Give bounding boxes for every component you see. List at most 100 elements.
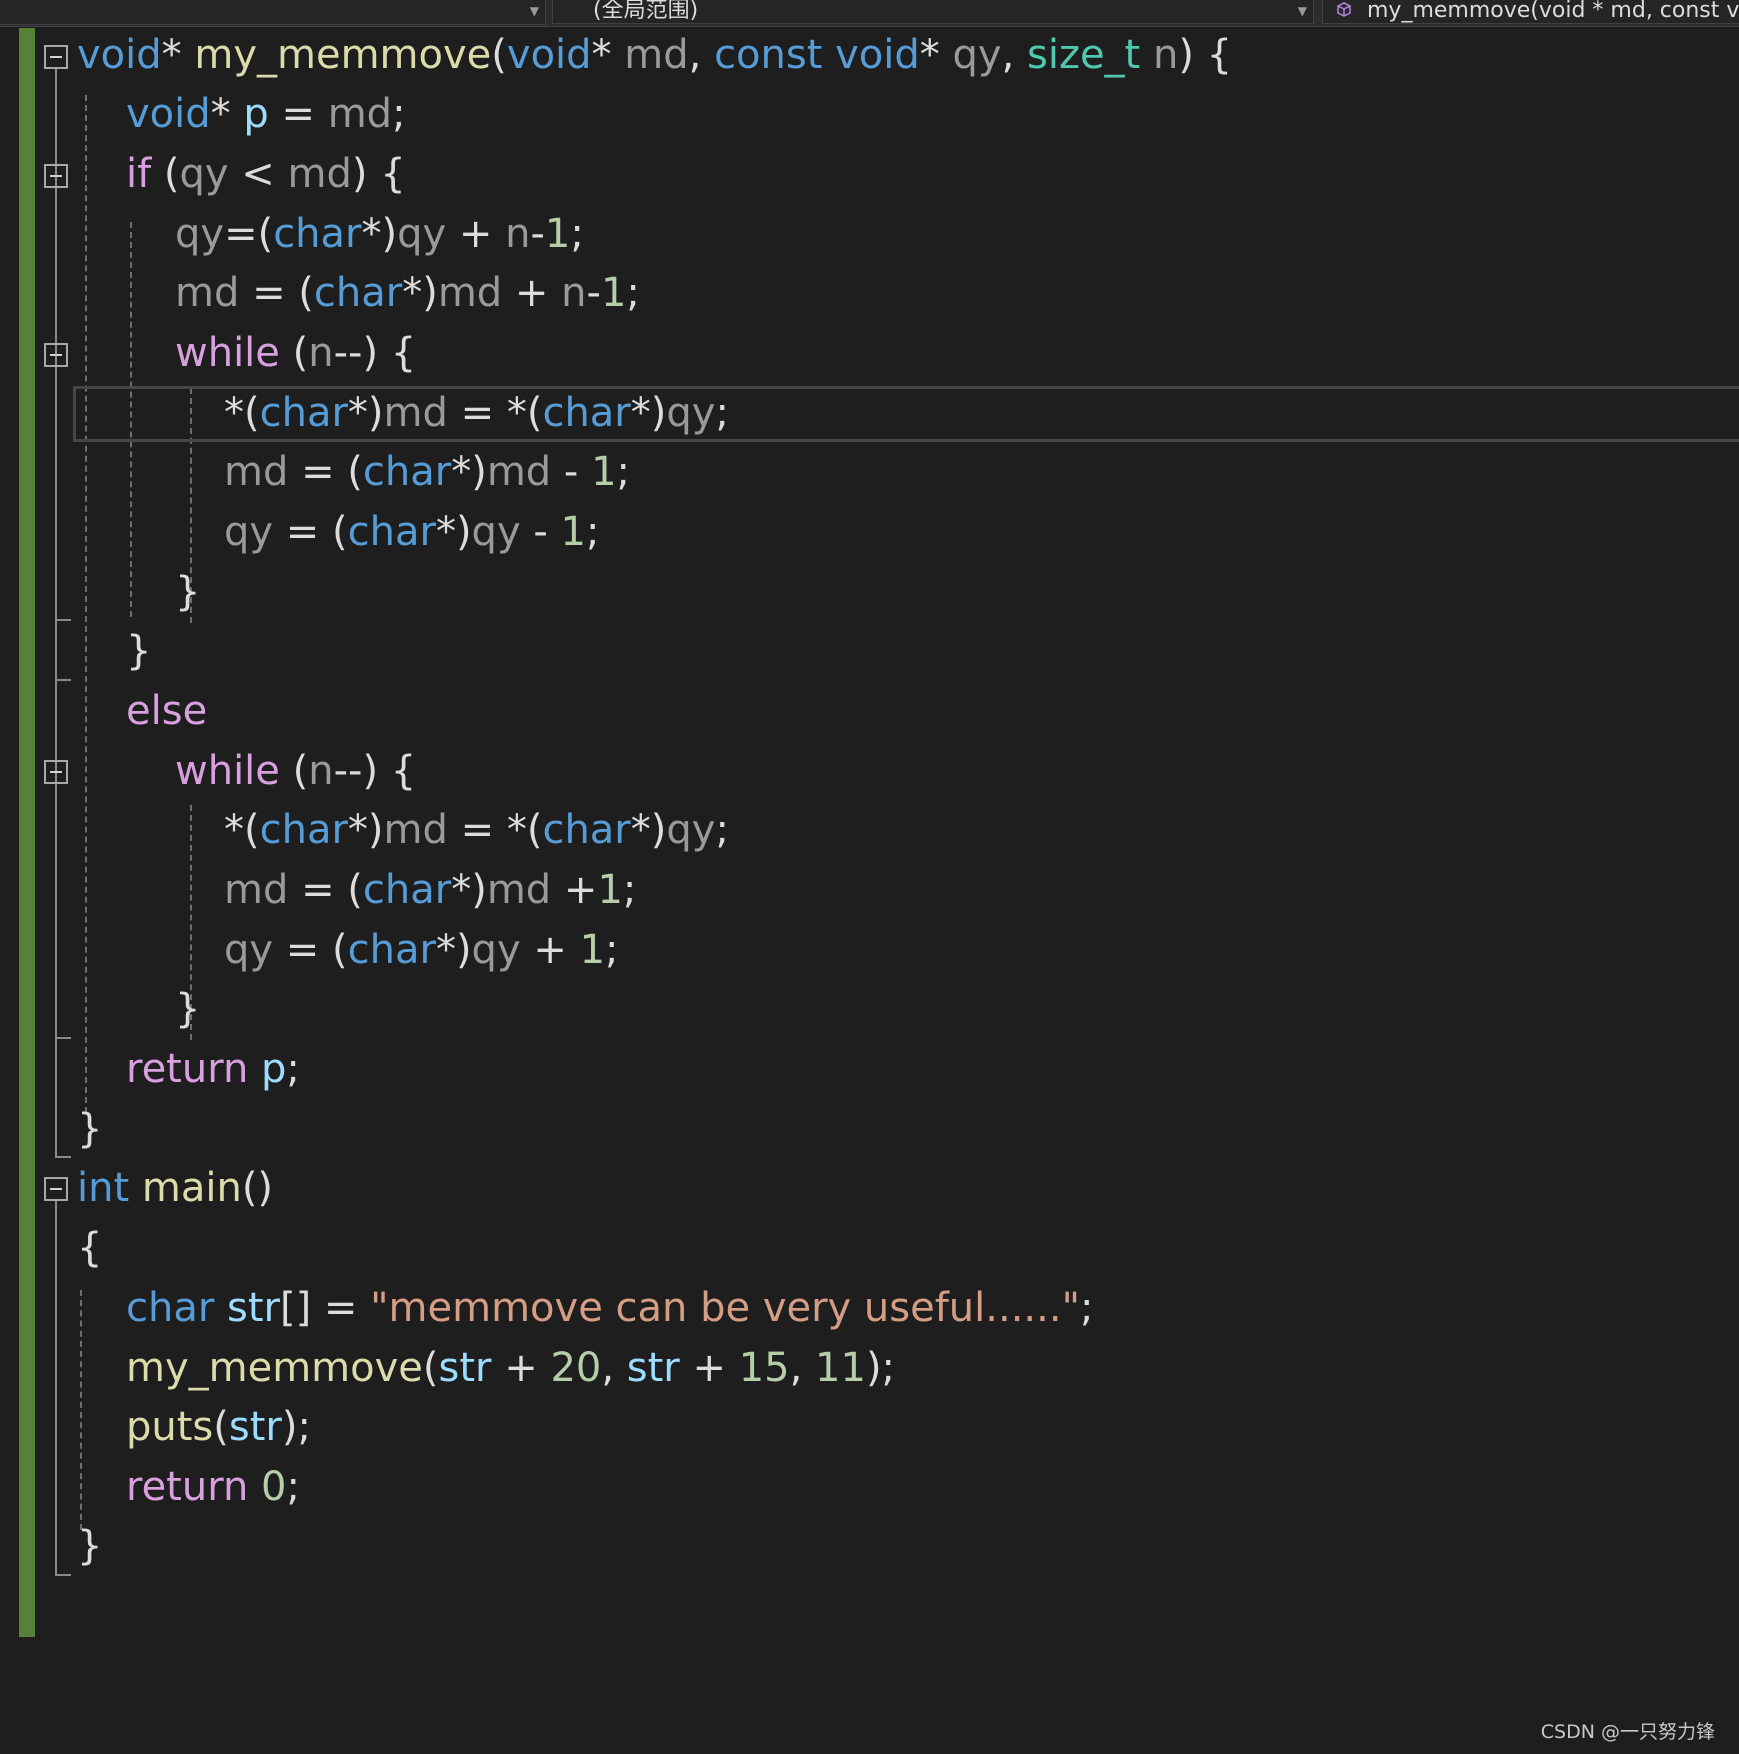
scope-dropdown[interactable]: (全局范围) ▼ bbox=[552, 0, 1314, 24]
token: md bbox=[327, 91, 393, 137]
project-dropdown[interactable]: ▼ bbox=[0, 0, 546, 25]
token: = ( bbox=[239, 270, 314, 316]
code-line-20[interactable]: int main() bbox=[77, 1160, 273, 1216]
token: = bbox=[268, 91, 328, 137]
token: void bbox=[77, 32, 162, 78]
code-line-1[interactable]: void* my_memmove(void* md, const void* q… bbox=[77, 27, 1232, 83]
token: = ( bbox=[273, 927, 348, 973]
token: ; bbox=[286, 1046, 300, 1092]
token: 15 bbox=[738, 1345, 790, 1391]
token: * bbox=[161, 32, 182, 78]
code-line-12[interactable]: else bbox=[126, 683, 207, 739]
token: ( bbox=[491, 32, 507, 78]
collapse-while-toggle[interactable] bbox=[44, 343, 68, 367]
code-line-16[interactable]: qy = (char*)qy + 1; bbox=[224, 922, 619, 978]
token: ); bbox=[865, 1345, 896, 1391]
token: n bbox=[308, 330, 334, 376]
fold-outline-end bbox=[55, 1037, 71, 1039]
token: *) bbox=[361, 211, 398, 257]
token: char bbox=[542, 390, 631, 436]
code-line-3[interactable]: if (qy < md) { bbox=[126, 146, 406, 202]
token: int bbox=[77, 1165, 130, 1211]
token: qy bbox=[939, 32, 1002, 78]
token: , bbox=[1001, 32, 1027, 78]
token: ; bbox=[605, 927, 619, 973]
token: n bbox=[561, 270, 587, 316]
token: = ( bbox=[288, 867, 363, 913]
collapse-function-toggle[interactable] bbox=[44, 45, 68, 69]
token: 20 bbox=[550, 1345, 602, 1391]
collapse-if-toggle[interactable] bbox=[44, 164, 68, 188]
code-line-4[interactable]: qy=(char*)qy + n-1; bbox=[175, 206, 584, 262]
code-line-18[interactable]: return p; bbox=[126, 1041, 300, 1097]
collapse-main-toggle[interactable] bbox=[44, 1177, 68, 1201]
token: 1 bbox=[560, 509, 586, 555]
token: + bbox=[502, 270, 562, 316]
code-line-24[interactable]: puts(str); bbox=[126, 1399, 311, 1455]
token: n bbox=[308, 748, 334, 794]
token: char bbox=[313, 270, 403, 316]
change-tracking-bar bbox=[19, 28, 35, 1637]
token: md bbox=[175, 270, 240, 316]
code-line-23[interactable]: my_memmove(str + 20, str + 15, 11); bbox=[126, 1340, 895, 1396]
token: = ( bbox=[288, 449, 363, 495]
token: char bbox=[259, 390, 348, 436]
code-line-13[interactable]: while (n--) { bbox=[175, 743, 416, 799]
token: 1 bbox=[544, 211, 571, 257]
code-line-7[interactable]: *(char*)md = *(char*)qy; bbox=[224, 385, 729, 441]
token: *) bbox=[630, 390, 667, 436]
fold-outline-end bbox=[55, 619, 71, 621]
collapse-while-toggle[interactable] bbox=[44, 760, 68, 784]
token: n bbox=[1140, 32, 1179, 78]
code-line-25[interactable]: return 0; bbox=[126, 1459, 300, 1515]
code-line-10[interactable]: } bbox=[175, 564, 200, 620]
token: qy bbox=[224, 927, 274, 973]
token: qy bbox=[471, 509, 521, 555]
token: md bbox=[287, 151, 352, 197]
token: , bbox=[688, 32, 715, 78]
token: = *( bbox=[447, 390, 543, 436]
token: const bbox=[714, 32, 823, 78]
token: qy bbox=[179, 151, 229, 197]
token: char bbox=[542, 807, 631, 853]
token: ; bbox=[622, 867, 637, 913]
token: * bbox=[591, 32, 612, 78]
code-line-17[interactable]: } bbox=[175, 981, 200, 1037]
code-line-22[interactable]: char str[] = "memmove can be very useful… bbox=[126, 1280, 1093, 1336]
code-line-2[interactable]: void* p = md; bbox=[126, 86, 406, 142]
token: qy bbox=[397, 211, 447, 257]
code-line-15[interactable]: md = (char*)md +1; bbox=[224, 862, 636, 918]
code-line-21[interactable]: { bbox=[77, 1220, 102, 1276]
code-line-26[interactable]: } bbox=[77, 1518, 102, 1574]
token: str bbox=[626, 1345, 680, 1391]
watermark: CSDN @一只努力锋 bbox=[1540, 1721, 1715, 1743]
token: char bbox=[362, 449, 452, 495]
token: n bbox=[505, 211, 531, 257]
token: - bbox=[586, 270, 601, 316]
token: *( bbox=[224, 807, 260, 853]
token: size_t bbox=[1027, 32, 1141, 78]
token: char bbox=[362, 867, 452, 913]
code-line-14[interactable]: *(char*)md = *(char*)qy; bbox=[224, 802, 729, 858]
code-line-9[interactable]: qy = (char*)qy - 1; bbox=[224, 504, 599, 560]
token: ( bbox=[151, 151, 180, 197]
token: md bbox=[224, 867, 289, 913]
token: p bbox=[261, 1046, 287, 1092]
token: md bbox=[611, 32, 689, 78]
code-line-19[interactable]: } bbox=[77, 1101, 102, 1157]
token: p bbox=[243, 91, 269, 137]
token: < bbox=[228, 151, 288, 197]
token: ; bbox=[715, 390, 729, 436]
token: = *( bbox=[447, 807, 543, 853]
token: char bbox=[347, 509, 436, 555]
member-dropdown[interactable]: my_memmove(void * md, const v bbox=[1322, 0, 1739, 24]
code-line-5[interactable]: md = (char*)md + n-1; bbox=[175, 265, 640, 321]
token: qy bbox=[666, 390, 716, 436]
token: ; bbox=[626, 270, 640, 316]
token: ( bbox=[279, 748, 309, 794]
code-line-6[interactable]: while (n--) { bbox=[175, 325, 416, 381]
code-line-11[interactable]: } bbox=[126, 623, 151, 679]
code-line-8[interactable]: md = (char*)md - 1; bbox=[224, 444, 630, 500]
